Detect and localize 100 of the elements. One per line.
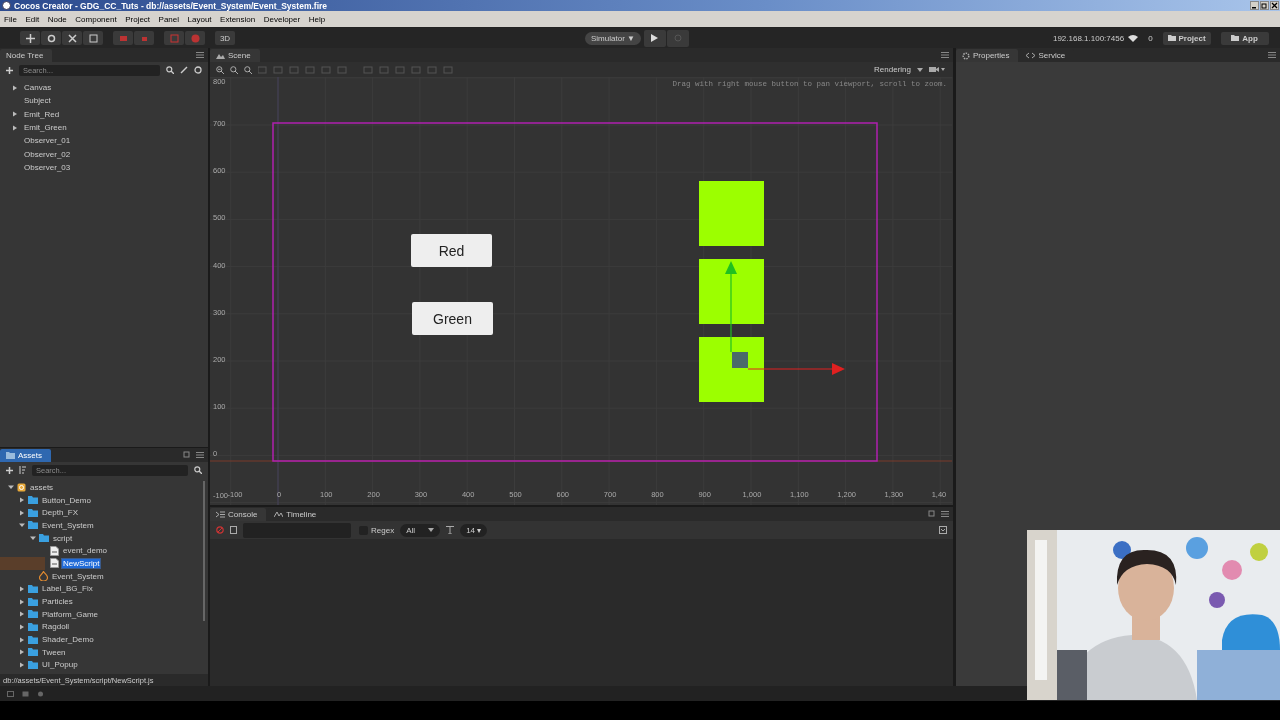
rotate-tool-button[interactable] xyxy=(41,31,61,45)
asset-item[interactable]: event_demo xyxy=(62,546,109,556)
gizmo-handle[interactable] xyxy=(732,352,748,368)
asset-item[interactable]: Platform_Game xyxy=(41,609,100,619)
expand-arrow-icon[interactable] xyxy=(19,623,25,630)
zoom-reset-icon[interactable] xyxy=(244,65,252,74)
log-file-icon[interactable] xyxy=(230,526,237,534)
camera-icon[interactable] xyxy=(929,66,945,73)
move-tool-button[interactable] xyxy=(20,31,40,45)
asset-item[interactable]: Particles xyxy=(41,597,74,607)
asset-item[interactable]: UI_Popup xyxy=(41,660,79,670)
expand-arrow-icon[interactable] xyxy=(19,497,25,504)
menu-item[interactable]: Extension xyxy=(220,14,256,24)
tree-item[interactable]: Observer_02 xyxy=(24,149,71,159)
wifi-icon xyxy=(1128,34,1139,42)
collapse-arrow-icon[interactable] xyxy=(30,535,36,542)
menu-item[interactable]: Component xyxy=(75,14,117,24)
menu-icon[interactable] xyxy=(941,52,949,58)
scrollbar[interactable] xyxy=(203,481,205,621)
x-axis-arrow[interactable] xyxy=(747,363,845,375)
expand-arrow-icon[interactable] xyxy=(12,111,18,118)
menu-icon[interactable] xyxy=(1268,52,1276,58)
pivot-icon xyxy=(139,34,149,42)
popout-icon[interactable] xyxy=(928,510,935,517)
menu-icon[interactable] xyxy=(196,52,204,58)
connection-count: 0 xyxy=(1148,33,1153,43)
expand-arrow-icon[interactable] xyxy=(19,509,25,516)
tree-item[interactable]: Emit_Green xyxy=(24,123,67,133)
asset-item[interactable]: Shader_Demo xyxy=(41,635,95,645)
expand-arrow-icon[interactable] xyxy=(12,84,18,91)
zoom-in-icon[interactable] xyxy=(216,65,224,74)
rect-tool-button[interactable] xyxy=(83,31,103,45)
close-button[interactable] xyxy=(1270,1,1279,10)
collapse-arrow-icon[interactable] xyxy=(19,522,25,529)
collapse-icon[interactable] xyxy=(180,66,188,74)
project-button[interactable]: Project xyxy=(1162,31,1211,45)
menu-item[interactable]: Node xyxy=(47,14,67,24)
popout-icon[interactable] xyxy=(183,451,190,458)
panel-tab[interactable]: Scene xyxy=(210,49,260,62)
expand-arrow-icon[interactable] xyxy=(19,649,25,656)
asset-item[interactable]: Event_System xyxy=(51,571,105,581)
font-size-dropdown[interactable]: 14 ▾ xyxy=(460,523,488,537)
expand-arrow-icon[interactable] xyxy=(12,124,18,131)
asset-item[interactable]: Ragdoll xyxy=(41,622,71,632)
search-icon[interactable] xyxy=(166,66,174,74)
panel-tab[interactable]: Node Tree xyxy=(0,49,53,62)
asset-item[interactable]: Tween xyxy=(41,647,67,657)
collapse-icon[interactable] xyxy=(939,526,947,534)
expand-arrow-icon[interactable] xyxy=(19,636,25,643)
panel-tab[interactable]: Assets xyxy=(0,449,51,462)
status-icon xyxy=(7,690,14,697)
tree-item[interactable]: Emit_Red xyxy=(24,109,60,119)
panel-tab[interactable]: Properties xyxy=(956,49,1019,62)
menu-item[interactable]: Help xyxy=(308,14,326,24)
move-icon xyxy=(25,33,35,43)
menu-icon[interactable] xyxy=(196,452,204,458)
level-dropdown[interactable]: All xyxy=(400,523,441,537)
sort-icon[interactable] xyxy=(19,466,26,474)
menu-item[interactable]: Project xyxy=(125,14,151,24)
expand-arrow-icon[interactable] xyxy=(19,661,25,668)
asset-item[interactable]: Button_Demo xyxy=(41,495,92,505)
asset-item[interactable]: Event_System xyxy=(41,520,95,530)
expand-arrow-icon[interactable] xyxy=(19,598,25,605)
expand-arrow-icon[interactable] xyxy=(19,611,25,618)
restore-icon xyxy=(1261,2,1268,9)
minimize-button[interactable] xyxy=(1250,1,1259,10)
collapse-arrow-icon[interactable] xyxy=(8,484,14,491)
refresh-icon[interactable] xyxy=(194,66,202,74)
menu-item[interactable]: Layout xyxy=(187,14,212,24)
play-button[interactable] xyxy=(643,29,666,47)
scene-button[interactable]: Red xyxy=(411,234,492,267)
scene-button[interactable]: Green xyxy=(412,302,493,335)
menu-item[interactable]: Panel xyxy=(158,14,180,24)
asset-item[interactable]: script xyxy=(52,533,74,543)
asset-item[interactable]: Depth_FX xyxy=(41,508,80,518)
tree-item[interactable]: Observer_03 xyxy=(24,162,71,172)
panel-tab[interactable]: Console xyxy=(210,508,267,521)
menu-item[interactable]: Developer xyxy=(263,14,301,24)
search-icon[interactable] xyxy=(194,466,202,474)
add-icon[interactable] xyxy=(6,66,13,74)
restore-button[interactable] xyxy=(1260,1,1269,10)
menu-icon[interactable] xyxy=(941,511,949,517)
y-axis-arrow[interactable] xyxy=(725,261,737,353)
asset-item[interactable]: Label_BG_Fix xyxy=(41,584,94,594)
asset-item[interactable]: assets xyxy=(29,482,55,492)
tree-item[interactable]: Subject xyxy=(24,96,51,106)
rendering-dropdown[interactable]: Rendering xyxy=(874,65,923,74)
clear-icon[interactable] xyxy=(216,526,224,534)
menu-item[interactable]: Edit xyxy=(25,14,40,24)
zoom-out-icon[interactable] xyxy=(230,65,238,74)
tree-item[interactable]: Observer_01 xyxy=(24,136,71,146)
app-button[interactable]: App xyxy=(1220,31,1269,45)
3d-toggle[interactable]: 3D xyxy=(215,31,235,45)
expand-arrow-icon[interactable] xyxy=(19,585,25,592)
scale-tool-button[interactable] xyxy=(62,31,82,45)
add-icon[interactable] xyxy=(6,466,13,474)
menu-item[interactable]: File xyxy=(4,14,17,24)
tree-item[interactable]: Canvas xyxy=(24,83,52,93)
rename-field[interactable]: NewScript xyxy=(62,558,101,568)
simulator-dropdown[interactable]: Simulator ▼ xyxy=(585,31,641,45)
